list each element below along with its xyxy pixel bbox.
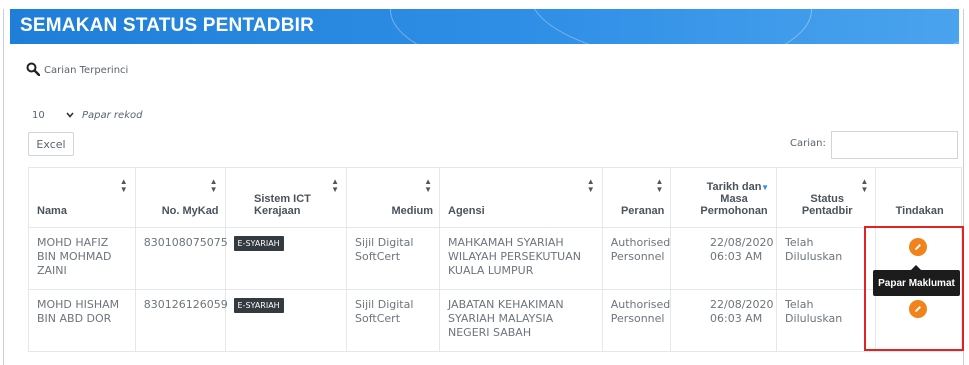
left-border (3, 9, 4, 365)
sort-icon: ▲ ▼ (424, 177, 432, 194)
tooltip-arrow (911, 265, 921, 270)
cell-tarikh-value: 22/08/2020 06:03 AM (710, 298, 774, 325)
advanced-search-label: Carian Terperinci (44, 65, 129, 76)
pencil-icon (915, 244, 922, 250)
sort-icon: ▲ ▼ (209, 177, 218, 194)
cell-agensi: MAHKAMAH SYARIAH WILAYAH PERSEKUTUAN KUA… (439, 227, 603, 290)
sort-icon: ▲ ▼ (586, 177, 595, 194)
column-header-medium[interactable]: ▲ ▼ Medium (346, 167, 440, 228)
view-details-tooltip: Papar Maklumat (873, 265, 960, 296)
admin-status-table: ▲ ▼ Nama ▲ ▼ No. MyKad ▲ ▼ Sistem ICT Keraj… (28, 167, 962, 352)
cell-sistem: E-SYARIAH (224, 289, 348, 352)
cell-tarikh: 22/08/2020 06:03 AM (670, 227, 778, 290)
cell-tarikh-value: 22/08/2020 06:03 AM (710, 236, 774, 263)
column-label: Nama (37, 205, 67, 217)
table-header-row: ▲ ▼ Nama ▲ ▼ No. MyKad ▲ ▼ Sistem ICT Keraj… (28, 167, 962, 228)
column-label: No. MyKad (161, 205, 219, 217)
page-length-value: 10 (32, 109, 45, 121)
tooltip-text: Papar Maklumat (878, 277, 955, 289)
excel-export-button[interactable]: Excel (28, 132, 74, 156)
column-header-sistem[interactable]: ▲ ▼ Sistem ICT Kerajaan (224, 167, 348, 228)
column-header-mykad[interactable]: ▲ ▼ No. MyKad (134, 167, 226, 228)
cell-medium: Sijil Digital SoftCert (346, 227, 440, 290)
column-label: Tarikh dan Masa Permohonan (700, 181, 768, 217)
header-decoration (530, 9, 959, 44)
page-length-label: Papar rekod (82, 109, 143, 121)
sort-icon: ▲ ▼ (655, 177, 664, 194)
cell-status: Telah Diluluskan (776, 289, 877, 352)
column-header-tindakan: Tindakan (875, 167, 962, 228)
cell-sistem: E-SYARIAH (224, 227, 348, 290)
column-label: Tindakan (895, 205, 944, 217)
cell-tindakan (875, 289, 962, 352)
right-border (963, 9, 964, 365)
cell-mykad: 830108075075 (134, 227, 228, 290)
page-length-select[interactable]: 10 (28, 106, 78, 124)
sort-icon: ▲ ▼ (331, 177, 340, 194)
column-header-tarikh[interactable]: ▼ Tarikh dan Masa Permohonan (670, 167, 778, 228)
search-input[interactable] (831, 131, 958, 159)
view-details-button[interactable] (909, 238, 928, 256)
column-header-agensi[interactable]: ▲ ▼ Agensi (439, 167, 603, 228)
cell-peranan: Authorised Personnel (601, 227, 672, 290)
column-label: Medium (391, 205, 433, 217)
column-label: Sistem ICT Kerajaan (254, 193, 311, 217)
column-label: Status Pentadbir (801, 193, 853, 217)
search-label: Carian: (790, 138, 826, 149)
view-details-button[interactable] (909, 300, 928, 318)
column-header-peranan[interactable]: ▲ ▼ Peranan (601, 167, 672, 228)
column-header-status[interactable]: ▲ ▼ Status Pentadbir (776, 167, 877, 228)
pencil-icon (915, 306, 922, 312)
table-row: MOHD HAFIZ BIN MOHMAD ZAINI 830108075075… (28, 227, 962, 290)
sort-icon: ▲ ▼ (119, 177, 128, 194)
table-row: MOHD HISHAM BIN ABD DOR 830126126059 E-S… (28, 289, 962, 352)
sort-desc-icon: ▼ (761, 183, 770, 192)
search-icon (26, 62, 40, 76)
advanced-search-toggle[interactable]: Carian Terperinci (26, 61, 128, 76)
cell-medium: Sijil Digital SoftCert (346, 289, 440, 352)
cell-agensi: JABATAN KEHAKIMAN SYARIAH MALAYSIA NEGER… (439, 289, 603, 352)
column-label: Peranan (620, 205, 665, 217)
cell-peranan: Authorised Personnel (601, 289, 672, 352)
cell-nama: MOHD HISHAM BIN ABD DOR (28, 289, 136, 352)
system-badge: E-SYARIAH (233, 298, 284, 313)
cell-nama: MOHD HAFIZ BIN MOHMAD ZAINI (28, 227, 136, 290)
system-badge: E-SYARIAH (233, 236, 284, 251)
page-length-control: 10 Papar rekod (28, 106, 142, 124)
cell-status: Telah Diluluskan (776, 227, 877, 290)
chevron-down-icon (66, 112, 74, 118)
page-header: SEMAKAN STATUS PENTADBIR (10, 9, 959, 44)
page-title: SEMAKAN STATUS PENTADBIR (20, 15, 315, 36)
cell-mykad: 830126126059 (134, 289, 228, 352)
cell-tarikh: 22/08/2020 06:03 AM (670, 289, 778, 352)
column-label: Agensi (448, 205, 485, 217)
column-header-nama[interactable]: ▲ ▼ Nama (28, 167, 136, 228)
sort-icon: ▲ ▼ (860, 177, 869, 194)
